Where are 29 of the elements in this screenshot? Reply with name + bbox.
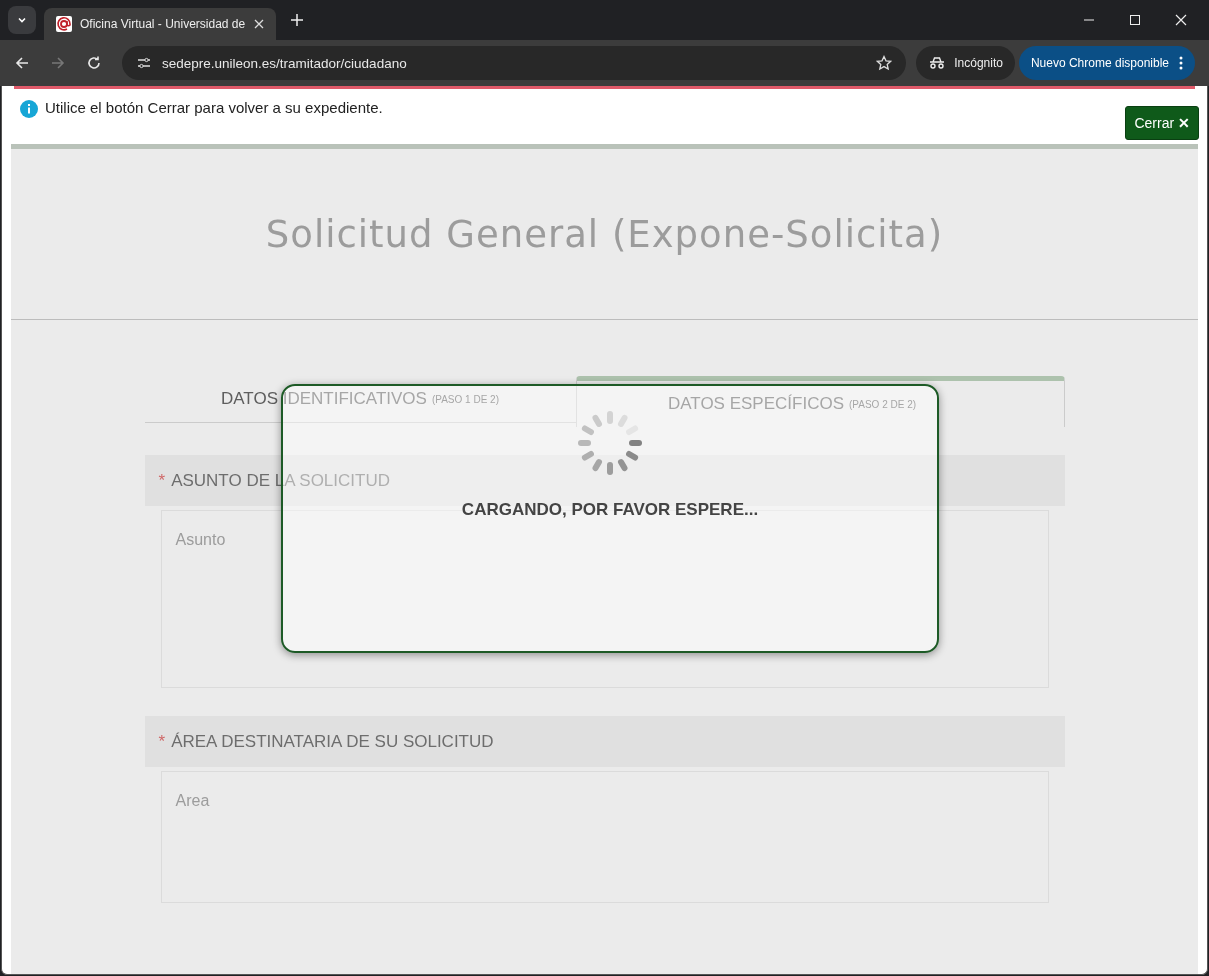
at-sign-icon bbox=[56, 16, 72, 32]
forward-icon[interactable] bbox=[50, 55, 66, 71]
section-heading: ÁREA DESTINATARIA DE SU SOLICITUD bbox=[171, 731, 494, 752]
new-tab-icon[interactable] bbox=[290, 13, 304, 27]
url-text: sedepre.unileon.es/tramitador/ciudadano bbox=[162, 55, 408, 71]
maximize-icon[interactable] bbox=[1129, 14, 1141, 26]
tab-title: Oficina Virtual - Universidad de bbox=[80, 17, 246, 31]
form-title: Solicitud General (Expone-Solicita) bbox=[265, 212, 944, 256]
close-button[interactable]: Cerrar ✕ bbox=[1125, 105, 1199, 140]
tab-search-button[interactable] bbox=[8, 6, 36, 34]
info-message: Utilice el botón Cerrar para volver a su expediente. bbox=[45, 99, 384, 116]
required-mark: * bbox=[158, 470, 166, 491]
loading-spinner-icon bbox=[577, 410, 643, 476]
incognito-indicator[interactable]: Incógnito bbox=[916, 46, 1015, 80]
info-icon bbox=[20, 100, 38, 118]
close-icon[interactable] bbox=[1175, 14, 1187, 26]
update-button[interactable]: Nuevo Chrome disponible bbox=[1018, 46, 1195, 80]
site-settings-icon[interactable] bbox=[136, 55, 152, 71]
text-field[interactable]: Area bbox=[160, 771, 1049, 903]
address-bar[interactable]: sedepre.unileon.es/tramitador/ciudadano bbox=[122, 46, 907, 80]
incognito-icon bbox=[928, 56, 947, 70]
step-tab[interactable]: DATOS IDENTIFICATIVOS (PASO 1 DE 2) bbox=[144, 376, 576, 423]
more-icon bbox=[1179, 56, 1183, 70]
reload-icon[interactable] bbox=[86, 55, 102, 71]
close-icon[interactable] bbox=[254, 19, 264, 29]
browser-tab[interactable]: Oficina Virtual - Universidad de bbox=[44, 8, 276, 40]
star-icon[interactable] bbox=[876, 55, 893, 71]
back-icon[interactable] bbox=[14, 55, 30, 71]
required-mark: * bbox=[158, 731, 166, 752]
